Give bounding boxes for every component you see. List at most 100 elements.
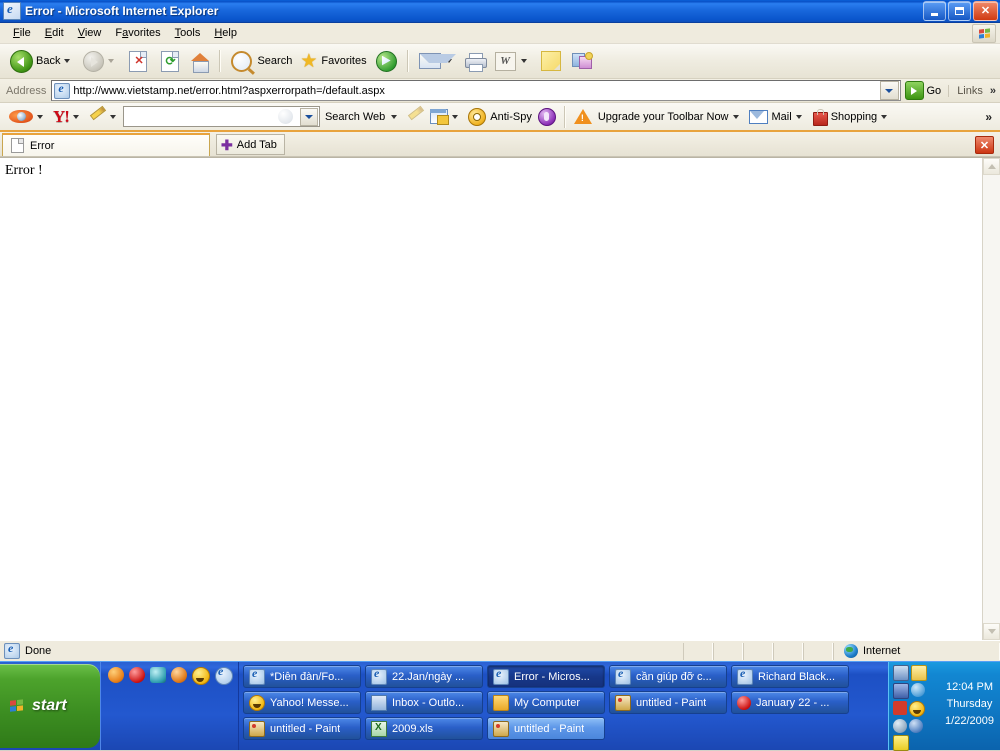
discuss-button[interactable] <box>567 48 597 74</box>
internet-explorer-icon[interactable] <box>215 664 233 685</box>
shopping-dropdown-icon[interactable] <box>881 114 888 119</box>
yahoo-toolbar: Y! Search Web Anti-Spy ! Upgrade your To… <box>0 103 1000 132</box>
menu-item-file[interactable]: FFileile <box>6 25 38 41</box>
taskbar-button[interactable]: 2009.xls <box>365 717 483 740</box>
taskbar-button[interactable]: Inbox - Outlo... <box>365 691 483 714</box>
taskbar-button[interactable]: Yahoo! Messe... <box>243 691 361 714</box>
taskbar-button[interactable]: untitled - Paint <box>243 717 361 740</box>
yahoo-mail-button[interactable]: Mail <box>746 107 809 127</box>
tab-error[interactable]: Error <box>2 133 210 156</box>
scroll-up-arrow-icon[interactable] <box>983 158 1000 175</box>
yahoo-search-input[interactable] <box>122 106 320 127</box>
mail-notify-icon[interactable] <box>911 665 927 681</box>
clock[interactable]: 12:04 PM Thursday 1/22/2009 <box>939 665 1000 750</box>
taskbar-button[interactable]: cần giúp đỡ c... <box>609 665 727 688</box>
yahoo-shopping-button[interactable]: Shopping <box>809 107 895 127</box>
search-button[interactable]: Search <box>226 48 296 74</box>
realplayer-icon[interactable] <box>171 667 187 683</box>
taskbar-button-active[interactable]: Error - Micros... <box>487 665 605 688</box>
highlight-pencil-icon <box>89 105 107 125</box>
security-zone[interactable]: Internet <box>833 642 1000 660</box>
highlight-pencil-button[interactable] <box>86 105 123 127</box>
menu-item-help[interactable]: Help <box>207 25 244 41</box>
search-web-button[interactable]: Search Web <box>320 107 404 127</box>
display-icon[interactable] <box>893 683 909 699</box>
menu-item-tools[interactable]: Tools <box>168 25 208 41</box>
yahoo-smiley-icon[interactable] <box>909 701 925 717</box>
double-chevron-icon[interactable]: » <box>986 85 1000 97</box>
vertical-scrollbar[interactable] <box>982 158 1000 640</box>
media-button[interactable] <box>371 48 402 74</box>
opera-icon[interactable] <box>129 667 145 683</box>
popup-dropdown-icon[interactable] <box>452 114 459 119</box>
edit-word-button[interactable]: W <box>490 48 535 74</box>
scroll-down-arrow-icon[interactable] <box>983 623 1000 640</box>
notes-button[interactable] <box>535 48 567 74</box>
taskbar-button[interactable]: My Computer <box>487 691 605 714</box>
refresh-button[interactable]: ⟳ <box>154 48 186 74</box>
taskbar-button-label: January 22 - ... <box>756 696 830 709</box>
yahoo-messenger-icon[interactable] <box>192 667 210 685</box>
menu-item-edit[interactable]: Edit <box>38 25 71 41</box>
anti-spy-button[interactable]: Anti-Spy <box>465 107 535 127</box>
address-url-text[interactable]: http://www.vietstamp.net/error.html?aspx… <box>73 85 879 97</box>
taskbar-button[interactable]: Richard Black... <box>731 665 849 688</box>
yahoo-companion-button[interactable] <box>6 107 50 127</box>
favorites-button[interactable]: ★ Favorites <box>296 48 370 74</box>
restore-button[interactable] <box>948 1 971 21</box>
stop-button[interactable]: ✕ <box>122 48 154 74</box>
add-tab-button[interactable]: ✚ Add Tab <box>216 134 285 155</box>
taskbar-button[interactable]: untitled - Paint <box>609 691 727 714</box>
update-icon[interactable] <box>909 719 923 733</box>
go-button[interactable]: Go <box>901 80 949 101</box>
mail-button[interactable] <box>414 48 460 74</box>
search-web-dropdown-icon[interactable] <box>391 114 398 119</box>
pencil-dropdown-icon[interactable] <box>109 114 116 119</box>
mail-dropdown-icon-2[interactable] <box>795 114 802 119</box>
taskbar-button[interactable]: January 22 - ... <box>731 691 849 714</box>
paint-icon <box>249 720 265 737</box>
firefox-icon[interactable] <box>108 667 124 683</box>
yahoo-search-dropdown[interactable] <box>299 108 318 126</box>
home-button[interactable] <box>186 48 214 74</box>
back-dropdown-icon[interactable] <box>64 59 71 63</box>
taskbar-button[interactable]: 22.Jan/ngày ... <box>365 665 483 688</box>
address-dropdown-button[interactable] <box>879 81 899 100</box>
vietkey-icon[interactable] <box>893 735 909 751</box>
close-button[interactable]: ✕ <box>973 1 998 21</box>
highlighter-button[interactable] <box>404 105 427 127</box>
windows-flag-icon <box>972 24 996 43</box>
start-button[interactable]: start <box>0 664 100 748</box>
menu-item-favorites[interactable]: Favorites <box>108 25 167 41</box>
anti-spy-target-icon <box>468 107 487 126</box>
yahoo-overflow-icon[interactable]: » <box>985 110 1000 124</box>
forward-arrow-icon <box>82 50 105 72</box>
yahoo-home-button[interactable]: Y! <box>50 107 86 127</box>
address-input[interactable]: http://www.vietstamp.net/error.html?aspx… <box>51 80 901 101</box>
volume-icon[interactable] <box>893 719 907 733</box>
back-button[interactable]: Back <box>6 48 78 74</box>
taskbar-button-hover[interactable]: untitled - Paint <box>487 717 605 740</box>
yahoo-media-button[interactable] <box>535 107 559 127</box>
yahoo-dropdown-icon[interactable] <box>72 114 79 119</box>
edit-dropdown-icon[interactable] <box>520 59 527 63</box>
search-ball-icon <box>277 109 293 124</box>
antivirus-icon[interactable] <box>893 701 907 715</box>
teal-app-icon[interactable] <box>150 667 166 683</box>
forward-button[interactable] <box>78 48 122 74</box>
close-tab-button[interactable]: ✕ <box>975 136 994 154</box>
links-button[interactable]: Links <box>948 84 986 97</box>
network-icon[interactable] <box>893 665 909 681</box>
taskbar-buttons: *Diễn đàn/Fo... 22.Jan/ngày ... Error - … <box>239 662 888 750</box>
minimize-button[interactable] <box>923 1 946 21</box>
messenger-icon[interactable] <box>911 683 925 697</box>
taskbar-button-label: cần giúp đỡ c... <box>636 670 712 683</box>
taskbar-button[interactable]: *Diễn đàn/Fo... <box>243 665 361 688</box>
companion-dropdown-icon[interactable] <box>37 114 43 119</box>
upgrade-dropdown-icon[interactable] <box>732 114 739 119</box>
upgrade-toolbar-button[interactable]: Upgrade your Toolbar Now <box>571 107 746 127</box>
status-pad-2 <box>713 642 743 660</box>
menu-item-view[interactable]: View <box>71 25 109 41</box>
popup-blocker-button[interactable] <box>427 107 465 127</box>
print-button[interactable] <box>460 48 490 74</box>
